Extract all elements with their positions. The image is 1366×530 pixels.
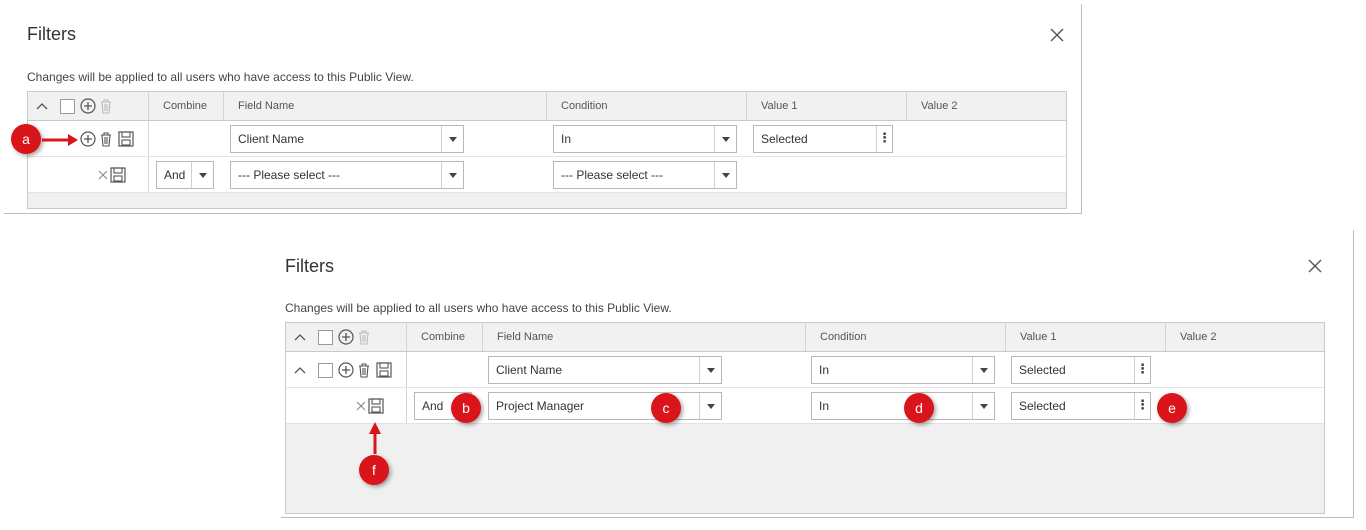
condition-select[interactable]: In xyxy=(553,125,737,153)
filter-row: Client Name In Selected ⋮ xyxy=(28,121,1066,157)
value1-select[interactable]: Selected ⋮ xyxy=(753,125,893,153)
save-icon[interactable] xyxy=(376,362,392,378)
col-value2: Value 2 xyxy=(906,92,1066,120)
close-icon[interactable] xyxy=(1307,258,1323,274)
col-condition: Condition xyxy=(805,323,1005,351)
callout-badge: c xyxy=(651,393,681,423)
filter-row: And --- Please select --- --- Please sel… xyxy=(28,157,1066,193)
remove-icon[interactable] xyxy=(98,170,108,180)
dropdown-arrow-icon[interactable] xyxy=(972,357,994,383)
notice-text: Changes will be applied to all users who… xyxy=(285,301,672,315)
field-name-select[interactable]: Project Manager xyxy=(488,392,722,420)
row-checkbox[interactable] xyxy=(318,363,333,378)
trash-icon xyxy=(359,330,369,345)
callout-badge: f xyxy=(359,455,389,485)
callout-badge: a xyxy=(11,124,41,154)
value1-select[interactable]: Selected ⋮ xyxy=(1011,356,1151,384)
dropdown-arrow-icon[interactable] xyxy=(699,357,721,383)
callout-badge: e xyxy=(1157,393,1187,423)
value1-select[interactable]: Selected ⋮ xyxy=(1011,392,1151,420)
col-value1: Value 1 xyxy=(746,92,906,120)
add-icon[interactable] xyxy=(80,131,96,147)
filter-grid: Combine Field Name Condition Value 1 Val… xyxy=(27,91,1067,209)
collapse-icon[interactable] xyxy=(36,101,48,111)
dropdown-arrow-icon[interactable] xyxy=(699,393,721,419)
condition-select[interactable]: --- Please select --- xyxy=(553,161,737,189)
remove-icon[interactable] xyxy=(356,401,366,411)
collapse-icon[interactable] xyxy=(294,365,306,375)
grid-header: Combine Field Name Condition Value 1 Val… xyxy=(28,92,1066,121)
notice-text: Changes will be applied to all users who… xyxy=(27,70,414,84)
dropdown-arrow-icon[interactable] xyxy=(441,126,463,152)
grid-empty-area xyxy=(28,193,1066,208)
condition-select[interactable]: In xyxy=(811,392,995,420)
grid-header: Combine Field Name Condition Value 1 Val… xyxy=(286,323,1324,352)
collapse-icon[interactable] xyxy=(294,332,306,342)
filter-row: Client Name In Selected ⋮ xyxy=(286,352,1324,388)
close-icon[interactable] xyxy=(1049,27,1065,43)
dialog-title: Filters xyxy=(27,24,76,44)
trash-icon xyxy=(101,99,111,114)
col-condition: Condition xyxy=(546,92,746,120)
more-options-icon[interactable]: ⋮ xyxy=(876,126,892,152)
dropdown-arrow-icon[interactable] xyxy=(191,162,213,188)
col-field-name: Field Name xyxy=(482,323,805,351)
add-icon[interactable] xyxy=(338,329,354,345)
save-icon[interactable] xyxy=(110,167,126,183)
field-name-select[interactable]: Client Name xyxy=(488,356,722,384)
arrow-icon xyxy=(42,134,78,146)
dialog-title: Filters xyxy=(285,256,334,276)
grid-empty-area xyxy=(286,424,1324,513)
add-icon[interactable] xyxy=(80,98,96,114)
trash-icon[interactable] xyxy=(357,362,371,378)
callout-badge: b xyxy=(451,393,481,423)
field-name-select[interactable]: Client Name xyxy=(230,125,464,153)
select-all-checkbox[interactable] xyxy=(60,99,75,114)
add-icon[interactable] xyxy=(338,362,354,378)
condition-select[interactable]: In xyxy=(811,356,995,384)
col-field-name: Field Name xyxy=(223,92,546,120)
callout-badge: d xyxy=(904,393,934,423)
dropdown-arrow-icon[interactable] xyxy=(972,393,994,419)
field-name-select[interactable]: --- Please select --- xyxy=(230,161,464,189)
save-icon[interactable] xyxy=(368,398,384,414)
dropdown-arrow-icon[interactable] xyxy=(714,126,736,152)
filters-dialog-2: Filters Changes will be applied to all u… xyxy=(281,230,1354,518)
more-options-icon[interactable]: ⋮ xyxy=(1134,357,1150,383)
combine-select[interactable]: And xyxy=(156,161,214,189)
col-value2: Value 2 xyxy=(1165,323,1325,351)
col-combine: Combine xyxy=(406,323,482,351)
dropdown-arrow-icon[interactable] xyxy=(441,162,463,188)
filters-dialog-1: Filters Changes will be applied to all u… xyxy=(4,4,1082,214)
col-value1: Value 1 xyxy=(1005,323,1165,351)
col-combine: Combine xyxy=(148,92,223,120)
dropdown-arrow-icon[interactable] xyxy=(714,162,736,188)
select-all-checkbox[interactable] xyxy=(318,330,333,345)
trash-icon[interactable] xyxy=(99,131,113,147)
more-options-icon[interactable]: ⋮ xyxy=(1134,393,1150,419)
arrow-icon xyxy=(369,422,381,454)
save-icon[interactable] xyxy=(118,131,134,147)
